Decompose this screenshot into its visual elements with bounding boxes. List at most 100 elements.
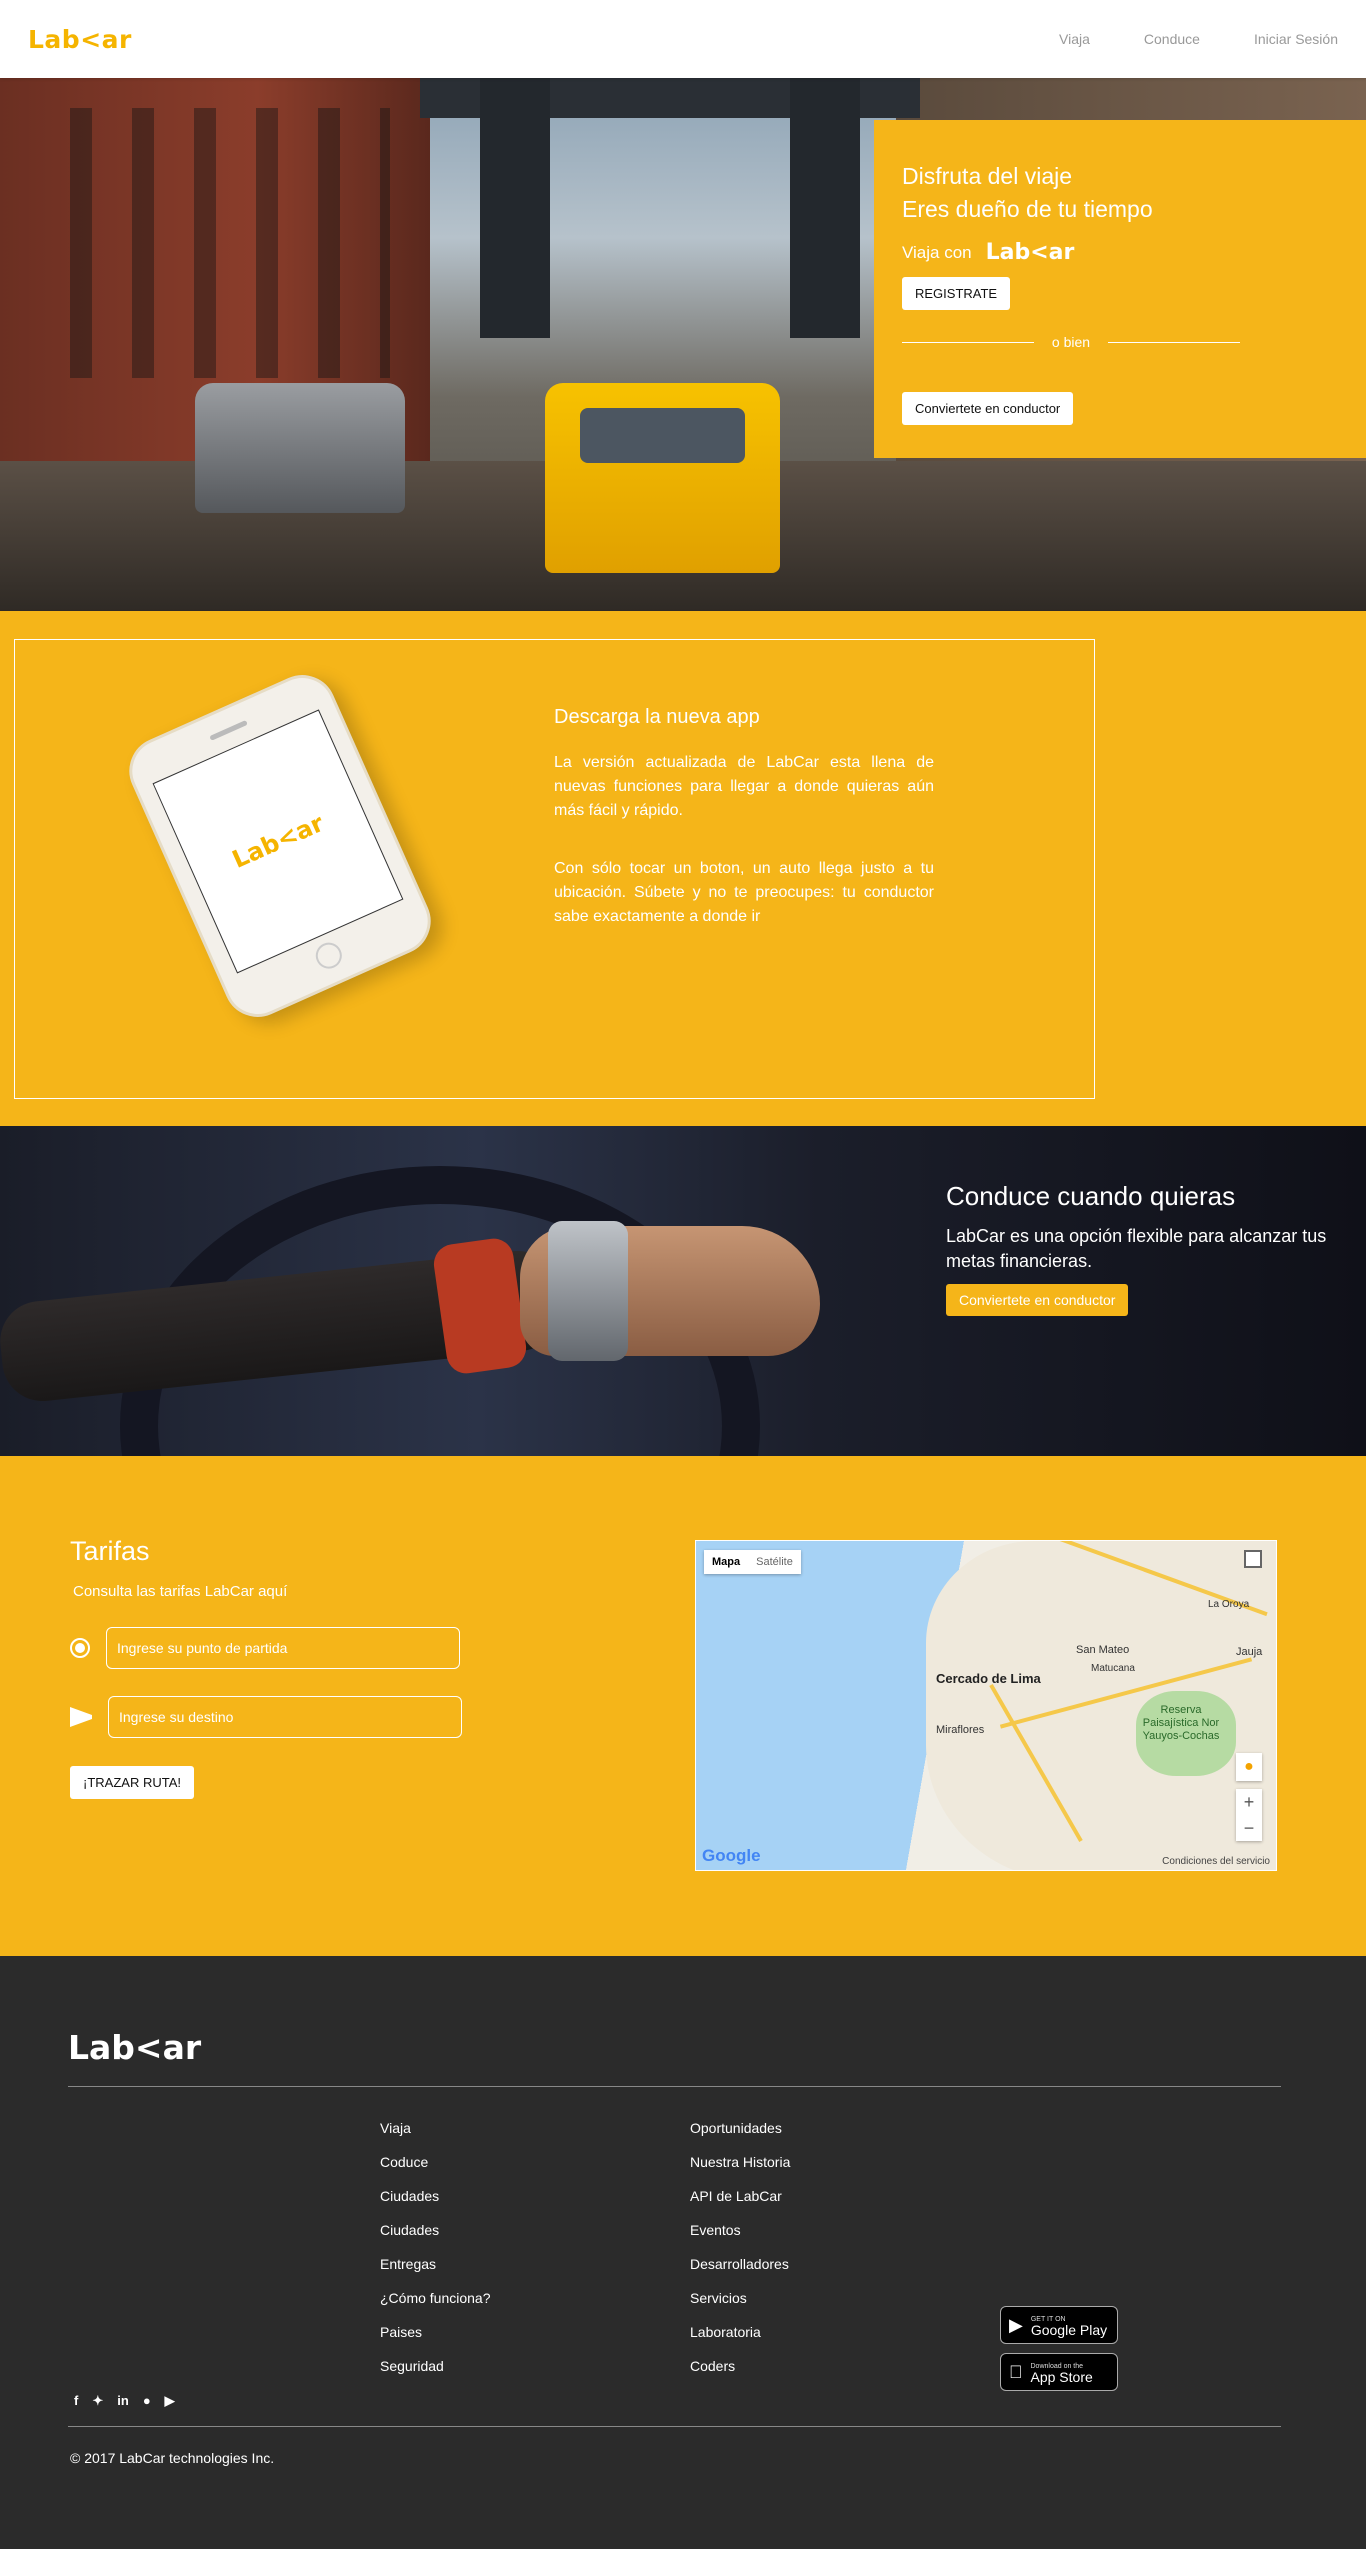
footer-link[interactable]: Entregas [380,2256,491,2290]
hero-photo-car [195,383,405,513]
tarifas-title: Tarifas [70,1536,150,1566]
map-tab-satellite[interactable]: Satélite [748,1550,801,1574]
divider-text: o bien [1051,334,1091,350]
hero-title-line2: Eres dueño de tu tiempo [902,196,1153,222]
hero-card: Disfruta del viaje Eres dueño de tu tiem… [874,120,1366,458]
play-icon[interactable]: ▶ [165,2393,175,2409]
google-logo: Google [702,1846,761,1865]
app-store-text: Download on the App Store [1017,2361,1093,2385]
app-text: Descarga la nueva app La versión actuali… [554,706,934,963]
drive-section: Conduce cuando quieras LabCar es una opc… [0,1126,1366,1456]
apple-store-icon:  [1009,2362,1023,2383]
pegman-icon[interactable]: ● [1236,1753,1262,1781]
location-radio-icon [70,1638,90,1658]
nav-link-viaja[interactable]: Viaja [1059,31,1090,47]
map-tab-map[interactable]: Mapa [704,1550,748,1574]
phone-home-button [311,938,346,973]
drive-text-body: LabCar es una opción flexible para alcan… [946,1226,1327,1271]
footer-link[interactable]: ¿Cómo funciona? [380,2290,491,2324]
footer-logo[interactable]: Lab<ar [68,2028,201,2067]
footer-link[interactable]: Viaja [380,2120,491,2154]
watch-photo [548,1221,628,1361]
origin-row [70,1627,460,1669]
register-button[interactable]: REGISTRATE [902,277,1011,310]
drive-text: Conduce cuando quieras LabCar es una opc… [946,1181,1346,1316]
map-label-miraflores: Miraflores [936,1724,985,1736]
app-paragraph-1: La versión actualizada de LabCar esta ll… [554,754,934,819]
play-store-icon: ▶ [1009,2314,1023,2335]
viaja-con-label: Viaja con [902,242,972,262]
footer-link[interactable]: Seguridad [380,2358,491,2392]
hero-viaja-con: Viaja con Lab<ar [902,240,1338,265]
phone-logo: Lab<ar [228,808,328,874]
nav-link-conduce[interactable]: Conduce [1144,31,1200,47]
drive-title: Conduce cuando quieras [946,1181,1236,1211]
hero-title: Disfruta del viaje Eres dueño de tu tiem… [902,160,1338,226]
apple-icon[interactable]: ● [143,2393,151,2409]
footer-divider-bottom [68,2426,1281,2427]
map-label-matucana: Matucana [1091,1663,1135,1674]
map-label-jauja: Jauja [1236,1646,1263,1658]
footer-link[interactable]: Ciudades [380,2188,491,2222]
nav-link-login[interactable]: Iniciar Sesión [1254,31,1338,47]
footer-link[interactable]: Oportunidades [690,2120,790,2154]
social-links: f ✦ in ● ▶ [74,2393,175,2409]
hero-section: Disfruta del viaje Eres dueño de tu tiem… [0,78,1366,611]
or-divider: o bien [902,334,1240,350]
map-label-laoroya: La Oroya [1208,1599,1250,1610]
footer-column-2: Oportunidades Nuestra Historia API de La… [690,2120,790,2392]
origin-input[interactable] [106,1627,460,1669]
zoom-out-button[interactable]: − [1236,1815,1262,1841]
map-label-sanmateo: San Mateo [1076,1644,1130,1656]
footer-link[interactable]: Nuestra Historia [690,2154,790,2188]
footer-link[interactable]: Paises [380,2324,491,2358]
zoom-controls: + − [1236,1789,1262,1841]
map-label-lima: Cercado de Lima [936,1671,1041,1686]
send-arrow-icon [70,1707,92,1727]
footer-link[interactable]: Desarrolladores [690,2256,790,2290]
footer-link[interactable]: Coders [690,2358,790,2392]
google-play-badge[interactable]: ▶ GET IT ON Google Play [1000,2306,1118,2344]
google-play-text: GET IT ON Google Play [1030,2314,1108,2338]
footer-link[interactable]: Laboratoria [690,2324,790,2358]
app-store-label: App Store [1017,2369,1093,2385]
map-terms-link[interactable]: Condiciones del servicio [1162,1856,1270,1867]
google-map[interactable]: Cercado de Lima Miraflores San Mateo Mat… [695,1540,1277,1871]
footer-link[interactable]: API de LabCar [690,2188,790,2222]
copyright: © 2017 LabCar technologies Inc. [70,2450,275,2466]
google-play-label: Google Play [1030,2322,1108,2338]
nav-links: Viaja Conduce Iniciar Sesión [1005,31,1338,47]
divider-line-right [1108,341,1240,343]
hero-photo-taxi [545,383,780,573]
map-label-reserve: Reserva Paisajística Nor Yauyos-Cochas [1142,1704,1220,1742]
site-logo[interactable]: Lab<ar [28,25,132,54]
footer: Lab<ar Viaja Coduce Ciudades Ciudades En… [0,1956,1366,2549]
phone-speaker [209,720,248,741]
top-navbar: Lab<ar Viaja Conduce Iniciar Sesión [0,0,1366,78]
destination-input[interactable] [108,1696,462,1738]
footer-link[interactable]: Coduce [380,2154,491,2188]
app-store-badge[interactable]:  Download on the App Store [1000,2353,1118,2391]
footer-link[interactable]: Eventos [690,2222,790,2256]
facebook-icon[interactable]: f [74,2393,78,2409]
drive-become-driver-button[interactable]: Conviertete en conductor [946,1284,1129,1316]
divider-line-left [902,341,1034,343]
become-driver-button[interactable]: Conviertete en conductor [902,392,1074,425]
footer-column-1: Viaja Coduce Ciudades Ciudades Entregas … [380,2120,491,2392]
app-section: Lab<ar Descarga la nueva app La versión … [0,611,1366,1126]
linkedin-icon[interactable]: in [117,2393,129,2409]
zoom-in-button[interactable]: + [1236,1789,1262,1815]
footer-divider-top [68,2086,1281,2087]
app-title: Descarga la nueva app [554,706,760,728]
hero-brand-logo: Lab<ar [985,240,1075,265]
app-paragraph-2: Con sólo tocar un boton, un auto llega j… [554,860,934,925]
destination-row [70,1696,462,1738]
footer-link[interactable]: Servicios [690,2290,790,2324]
tarifas-section: Tarifas Consulta las tarifas LabCar aquí… [0,1456,1366,1956]
twitter-icon[interactable]: ✦ [92,2393,103,2409]
fullscreen-icon[interactable] [1244,1550,1262,1568]
tarifas-subtitle: Consulta las tarifas LabCar aquí [73,1583,288,1600]
trace-route-button[interactable]: ¡TRAZAR RUTA! [70,1766,194,1799]
hero-photo-bridge [420,78,920,378]
footer-link[interactable]: Ciudades [380,2222,491,2256]
